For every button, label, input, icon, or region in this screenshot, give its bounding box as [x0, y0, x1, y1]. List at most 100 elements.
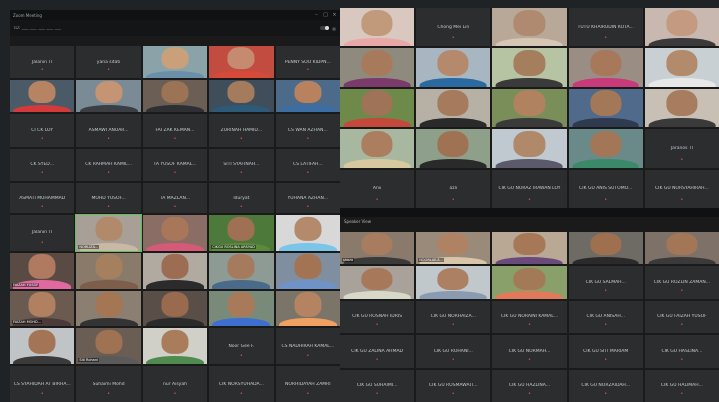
participant-name-tile[interactable]: CK SYED... • — [10, 148, 75, 181]
participant-video-tile[interactable] — [142, 328, 208, 365]
participant-video-tile[interactable] — [275, 215, 340, 251]
participant-video-tile[interactable] — [209, 80, 274, 113]
participant-video-tile[interactable] — [644, 48, 719, 87]
participant-name-tile[interactable]: ZURINAH HAMID... • — [209, 114, 274, 147]
participant-name-tile[interactable]: CIK GU ZALINA AHMAD • — [340, 335, 415, 368]
participant-video-tile[interactable] — [340, 8, 415, 47]
participant-video-tile[interactable] — [492, 129, 567, 168]
participant-name-tile[interactable]: CIK GU ANISAH... • — [568, 300, 643, 334]
participant-video-tile[interactable] — [492, 232, 567, 265]
participant-name-tile[interactable]: CIK GU ROSNAH IDRIS • — [340, 300, 415, 334]
participant-video-tile[interactable] — [275, 290, 340, 327]
participant-name-tile[interactable]: CS WAN AZHAN... • — [275, 114, 340, 147]
participant-video-tile[interactable] — [492, 88, 567, 128]
participant-name-tile[interactable]: CIK NORSYUHADA... • — [209, 366, 274, 402]
participant-name-tile[interactable]: CIK GU ROZLIN ZAMAN... • — [644, 266, 719, 299]
participant-name-tile[interactable]: Noor Gee F. • — [209, 328, 274, 365]
participant-video-tile[interactable] — [76, 290, 141, 327]
participant-name-tile[interactable]: ASMAWI ANUAR... • — [76, 114, 141, 147]
participant-video-tile[interactable] — [209, 290, 274, 327]
participant-name-tile[interactable]: YUHANA AZHAN... • — [275, 182, 340, 215]
participant-video-tile[interactable] — [416, 88, 491, 128]
participant-name-tile[interactable]: CS LATIFAH... • — [275, 148, 340, 181]
participant-name-tile[interactable]: MOHD YUSOF... • — [76, 182, 141, 215]
participant-name-tile[interactable]: Suhaimi Mohd • — [76, 366, 141, 402]
participant-name-tile[interactable]: PENNY SOO KIDPN... • — [275, 46, 340, 79]
participant-video-tile[interactable] — [568, 232, 643, 265]
participant-name-tile[interactable]: nur Aisyah • — [142, 366, 208, 402]
participant-video-tile[interactable] — [76, 252, 141, 289]
participant-name-tile[interactable]: Chong Mei Lin • — [416, 8, 491, 47]
grid-view-icon[interactable]: ▦ — [332, 26, 336, 31]
participant-video-tile[interactable] — [492, 266, 567, 299]
participant-video-tile[interactable] — [416, 129, 491, 168]
participant-video-tile[interactable] — [76, 80, 141, 113]
participant-video-tile[interactable] — [568, 88, 643, 128]
participant-name-tile[interactable]: CIK GU NORAZ IRAWAN LOY • — [492, 169, 567, 208]
participant-name-tile[interactable]: CIK GU SALMAH... • — [568, 266, 643, 299]
participant-name-tile[interactable]: FAI ZAK KEMAN... • — [142, 114, 208, 147]
participant-name-tile[interactable]: NORHIDAYAH ZAMRI • — [275, 366, 340, 402]
participant-video-tile[interactable] — [209, 252, 274, 289]
participant-name-tile[interactable]: TA YUSOF KAMAL... • — [142, 148, 208, 181]
participant-video-tile[interactable] — [340, 266, 415, 299]
participant-name-tile[interactable]: Jalanin TI • — [10, 46, 75, 79]
participant-video-tile[interactable] — [340, 48, 415, 87]
participant-video-tile[interactable] — [275, 80, 340, 113]
participant-video-tile[interactable]: shaza — [340, 232, 415, 265]
participant-video-tile[interactable]: NORLIZA... — [75, 214, 142, 252]
minimize-icon[interactable]: – — [314, 13, 319, 18]
participant-name-tile[interactable]: CIK GU NORAINI KAMAL... • — [492, 300, 567, 334]
participant-name-tile[interactable]: CS SYAHIDAH AT BIRHA... • — [10, 366, 75, 402]
participant-name-tile[interactable]: azli • — [416, 169, 491, 208]
participant-name-tile[interactable]: Anii • — [340, 169, 415, 208]
participant-name-tile[interactable]: yana sitati • — [76, 46, 141, 79]
participant-name-tile[interactable]: SITI SYAFINAH... • — [209, 148, 274, 181]
participant-name-tile[interactable]: CK RAHMAH KAMIL... • — [76, 148, 141, 181]
participant-video-tile[interactable] — [644, 88, 719, 128]
participant-name-tile[interactable]: CIK GU NORSYAHIRAH... • — [644, 169, 719, 208]
participant-video-tile[interactable] — [275, 252, 340, 289]
participant-video-tile[interactable] — [416, 48, 491, 87]
participant-video-tile[interactable] — [10, 328, 75, 365]
participant-video-tile[interactable] — [142, 215, 208, 251]
participant-video-tile[interactable]: FAIZAH YUSOF — [10, 252, 75, 289]
participant-name-tile[interactable]: Iduryat • — [209, 182, 274, 215]
participant-name-tile[interactable]: CIK GU HAZLINA... • — [492, 369, 567, 402]
participant-video-tile[interactable] — [10, 80, 75, 113]
participant-video-tile[interactable] — [142, 290, 208, 327]
participant-name-tile[interactable]: TA MAZLAN... • — [142, 182, 208, 215]
participant-name-tile[interactable]: CIK GU HALIMAH... • — [644, 369, 719, 402]
participant-video-tile[interactable] — [340, 129, 415, 168]
participant-video-tile[interactable] — [644, 232, 719, 265]
participant-video-tile[interactable]: FAIZAH MOHD... — [10, 290, 75, 327]
participant-name-tile[interactable]: CS NADHIRAH KAMAL... • — [275, 328, 340, 365]
participant-video-tile[interactable] — [568, 48, 643, 87]
participant-video-tile[interactable] — [492, 8, 567, 47]
participant-video-tile[interactable] — [416, 266, 491, 299]
participant-name-tile[interactable]: CIK GU ROSMAWATI... • — [416, 369, 491, 402]
participant-video-tile[interactable] — [142, 252, 208, 289]
participant-video-tile[interactable] — [492, 48, 567, 87]
participant-name-tile[interactable]: CIK GU NORHAIZA... • — [416, 300, 491, 334]
maximize-icon[interactable]: □ — [323, 13, 328, 18]
participant-name-tile[interactable]: CIK GU ROHANI... • — [416, 335, 491, 368]
participant-name-tile[interactable]: ASMATI MUHAMMAD • — [10, 182, 75, 215]
view-toggle[interactable] — [320, 26, 330, 30]
participant-video-tile[interactable] — [142, 80, 208, 113]
participant-video-tile[interactable] — [340, 88, 415, 128]
participant-video-tile[interactable] — [644, 8, 719, 47]
participant-name-tile[interactable]: CI CK LOY • — [10, 114, 75, 147]
participant-name-tile[interactable]: CIK GU SITI MARIAM • — [568, 335, 643, 368]
participant-name-tile[interactable]: CIK GU NORZAIDAH... • — [568, 369, 643, 402]
participant-video-tile[interactable] — [142, 46, 208, 79]
participant-name-tile[interactable]: Jaranos TI • — [644, 129, 719, 168]
participant-name-tile[interactable]: CIK GU FAIZAH YUSOF • — [644, 300, 719, 334]
participant-name-tile[interactable]: Jalanin TI • — [10, 215, 75, 251]
participant-name-tile[interactable]: TUTU KHAIRUDIN KOTA... • — [568, 8, 643, 47]
participant-video-tile[interactable]: Siti Rohani — [76, 328, 141, 365]
participant-name-tile[interactable]: CIK GU HASLINA... • — [644, 335, 719, 368]
participant-video-tile[interactable] — [209, 46, 274, 79]
participant-name-tile[interactable]: CIK GU NORMAH... • — [492, 335, 567, 368]
participant-video-tile[interactable] — [568, 129, 643, 168]
